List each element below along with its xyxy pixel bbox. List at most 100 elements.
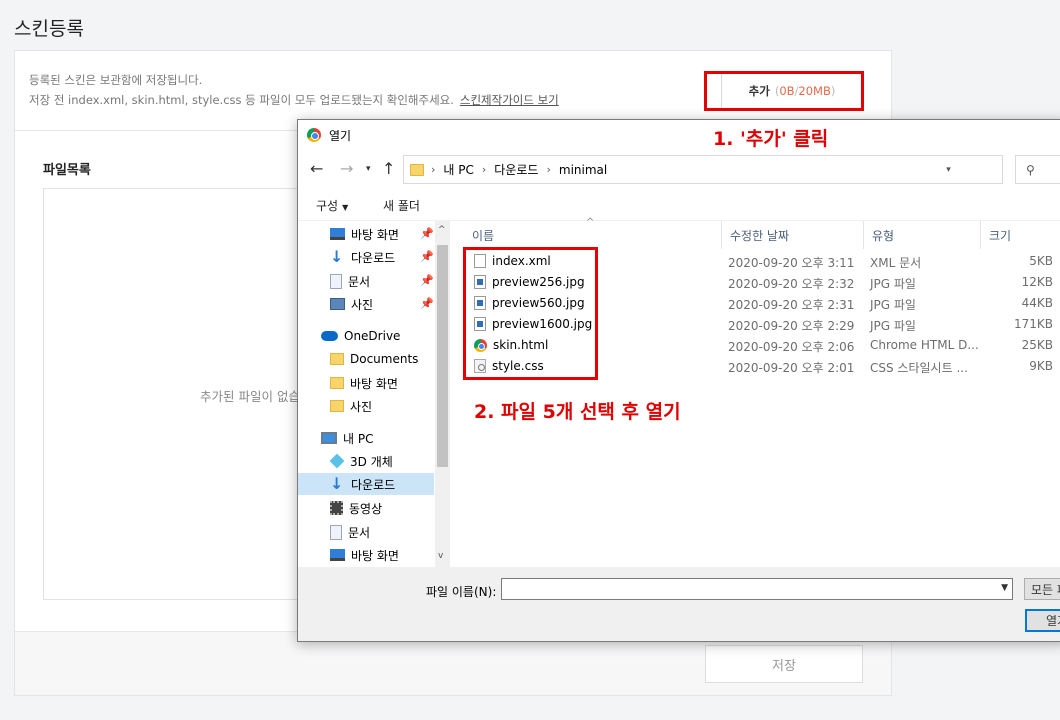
column-header-date[interactable]: 수정한 날짜 <box>722 221 864 249</box>
chevron-down-icon[interactable]: v <box>438 551 443 561</box>
organize-menu[interactable]: 구성 ▼ <box>316 197 348 214</box>
page-title: 스킨등록 <box>14 18 84 40</box>
file-date: 2020-09-20 오후 2:31 <box>728 298 855 312</box>
chrome-icon <box>307 128 321 142</box>
breadcrumb-my-pc[interactable]: 내 PC <box>443 161 473 178</box>
breadcrumb-downloads[interactable]: 다운로드 <box>494 161 538 178</box>
file-type: JPG 파일 <box>870 298 916 312</box>
navigation-scrollbar[interactable]: ^ v <box>435 221 450 567</box>
folder-icon <box>330 400 344 412</box>
desktop-icon <box>330 228 345 240</box>
search-icon: ⚲ <box>1026 162 1035 177</box>
chevron-down-icon: ▼ <box>342 203 349 212</box>
filename-label: 파일 이름(N): <box>426 585 497 599</box>
column-header-size[interactable]: 크기 <box>981 221 1060 249</box>
nav-item-pc-documents[interactable]: 문서 <box>330 521 442 543</box>
nav-item-label: 내 PC <box>343 431 374 446</box>
file-size: 171KB <box>1013 317 1053 331</box>
up-arrow-icon[interactable]: ↑ <box>382 159 395 178</box>
skin-guide-link[interactable]: 스킨제작가이드 보기 <box>460 93 559 107</box>
document-icon <box>330 273 342 289</box>
nav-item-label: 3D 개체 <box>350 454 393 469</box>
file-size: 25KB <box>1021 338 1053 352</box>
nav-item-label: 다운로드 <box>351 250 396 265</box>
address-dropdown-icon[interactable]: ▾ <box>934 156 962 183</box>
navigation-pane: 바탕 화면 📌 다운로드 📌 문서 📌 사진 📌 OneDrive Docume… <box>298 221 450 567</box>
nav-item-onedrive-desktop[interactable]: 바탕 화면 <box>330 372 442 394</box>
breadcrumb-minimal[interactable]: minimal <box>559 163 607 177</box>
file-selection-highlight <box>463 247 598 380</box>
file-date: 2020-09-20 오후 2:06 <box>728 340 855 354</box>
dialog-footer: 파일 이름(N): ▼ 모든 파 열기 <box>298 567 1060 641</box>
column-header-type[interactable]: 유형 <box>864 221 981 249</box>
pin-icon: 📌 <box>420 297 434 310</box>
chevron-up-icon[interactable]: ^ <box>438 225 446 235</box>
annotation-step-1: 1. '추가' 클릭 <box>713 128 829 150</box>
file-type: XML 문서 <box>870 256 922 270</box>
breadcrumb-chevron-icon: › <box>546 163 551 176</box>
search-input[interactable]: ⚲ <box>1015 155 1060 184</box>
dialog-titlebar: 열기 <box>298 120 1060 150</box>
file-type: CSS 스타일시트 ... <box>870 361 968 375</box>
breadcrumb-chevron-icon: › <box>481 163 487 176</box>
nav-item-label: OneDrive <box>344 329 401 343</box>
nav-item-onedrive-pictures[interactable]: 사진 <box>330 395 442 417</box>
nav-item-this-pc[interactable]: 내 PC <box>321 427 433 449</box>
file-size: 9KB <box>1029 359 1053 373</box>
column-header-name[interactable]: 이름 <box>464 221 722 249</box>
file-type: JPG 파일 <box>870 319 916 333</box>
nav-item-label: 문서 <box>348 525 371 540</box>
annotation-step-2: 2. 파일 5개 선택 후 열기 <box>474 401 681 423</box>
nav-item-label: 다운로드 <box>351 477 396 492</box>
forward-arrow-icon[interactable]: → <box>340 159 353 178</box>
pictures-icon <box>330 298 345 310</box>
notice-line-2: 저장 전 index.xml, skin.html, style.css 등 파… <box>29 92 559 108</box>
recent-locations-chevron-icon[interactable]: ▾ <box>366 164 371 174</box>
file-date: 2020-09-20 오후 3:11 <box>728 256 855 270</box>
open-file-dialog: 열기 ← → ▾ ↑ › 내 PC › 다운로드 › minimal ▾ ↻ ⚲… <box>297 119 1060 642</box>
address-bar[interactable]: › 내 PC › 다운로드 › minimal ▾ ↻ <box>403 155 1003 184</box>
file-date: 2020-09-20 오후 2:32 <box>728 277 855 291</box>
save-button[interactable]: 저장 <box>705 645 863 683</box>
nav-item-onedrive[interactable]: OneDrive <box>321 325 433 347</box>
nav-item-videos[interactable]: 동영상 <box>330 497 442 519</box>
file-type-filter[interactable]: 모든 파 <box>1024 578 1060 600</box>
add-button-highlight <box>704 71 864 111</box>
file-type: Chrome HTML D... <box>870 338 979 352</box>
back-arrow-icon[interactable]: ← <box>310 159 323 178</box>
pin-icon: 📌 <box>420 250 434 263</box>
pin-icon: 📌 <box>420 274 434 287</box>
nav-item-label: 바탕 화면 <box>350 376 398 391</box>
notice-line-1: 등록된 스킨은 보관함에 저장됩니다. <box>29 73 203 87</box>
chevron-down-icon[interactable]: ▼ <box>1001 583 1008 593</box>
nav-item-label: 바탕 화면 <box>351 548 399 563</box>
3d-object-icon <box>329 453 345 469</box>
nav-item-pc-desktop[interactable]: 바탕 화면 <box>330 544 442 566</box>
file-type: JPG 파일 <box>870 277 916 291</box>
nav-item-pc-downloads[interactable]: 다운로드 <box>298 473 434 495</box>
nav-item-3d-objects[interactable]: 3D 개체 <box>329 450 442 472</box>
pc-icon <box>321 432 337 444</box>
new-folder-button[interactable]: 새 폴더 <box>383 197 420 214</box>
file-date: 2020-09-20 오후 2:29 <box>728 319 855 333</box>
nav-item-label: 사진 <box>350 399 373 414</box>
organize-label: 구성 <box>316 199 339 213</box>
download-icon <box>330 247 345 266</box>
folder-icon <box>410 163 424 176</box>
nav-item-label: 바탕 화면 <box>351 227 399 242</box>
folder-icon <box>330 377 344 389</box>
pin-icon: 📌 <box>420 227 434 240</box>
open-button[interactable]: 열기 <box>1025 609 1060 632</box>
file-size: 44KB <box>1021 296 1053 310</box>
file-empty-message: 추가된 파일이 없습니 <box>200 389 312 404</box>
dialog-navbar: ← → ▾ ↑ › 내 PC › 다운로드 › minimal ▾ ↻ ⚲ <box>298 154 1060 186</box>
file-list-title: 파일목록 <box>43 163 91 178</box>
video-icon <box>330 501 343 515</box>
download-icon <box>330 474 345 493</box>
desktop-icon <box>330 549 345 561</box>
folder-icon <box>330 353 344 365</box>
scrollbar-thumb[interactable] <box>437 245 448 467</box>
nav-item-onedrive-documents[interactable]: Documents <box>330 348 442 370</box>
filename-input[interactable]: ▼ <box>501 578 1013 600</box>
nav-item-label: 사진 <box>351 297 374 312</box>
